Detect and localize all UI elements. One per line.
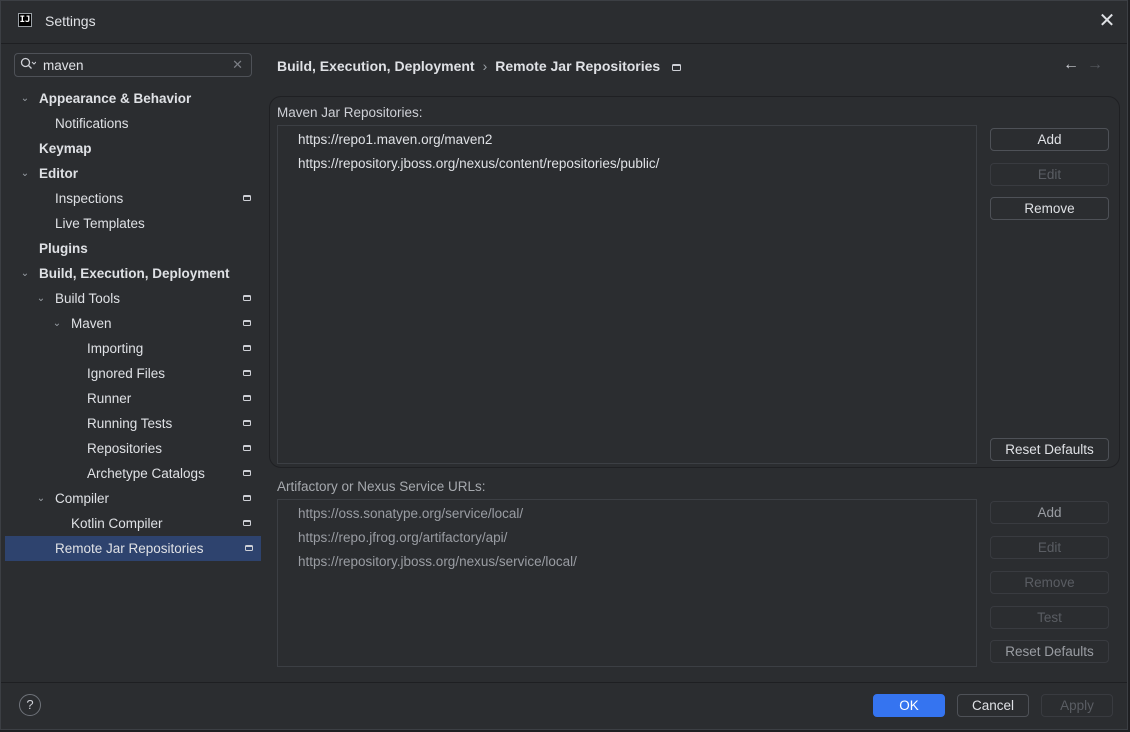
apply-button[interactable]: Apply — [1041, 694, 1113, 717]
sidebar-item-build-execution-deployment[interactable]: ⌄ Build, Execution, Deployment — [1, 261, 263, 286]
project-scope-icon — [245, 545, 253, 551]
artifactory-test-button[interactable]: Test — [990, 606, 1109, 629]
sidebar-item-ignored-files[interactable]: Ignored Files — [1, 361, 263, 386]
maven-reset-defaults-button[interactable]: Reset Defaults — [990, 438, 1109, 461]
sidebar-item-running-tests[interactable]: Running Tests — [1, 411, 263, 436]
list-item[interactable]: https://repo.jfrog.org/artifactory/api/ — [298, 530, 507, 545]
project-scope-icon — [243, 470, 251, 476]
sidebar-item-label: Inspections — [55, 191, 124, 206]
settings-content: Build, Execution, Deployment › Remote Jar … — [263, 44, 1127, 683]
list-item[interactable]: https://repository.jboss.org/nexus/conte… — [298, 156, 659, 171]
artifactory-reset-defaults-button[interactable]: Reset Defaults — [990, 640, 1109, 663]
sidebar-item-label: Remote Jar Repositories — [55, 541, 204, 556]
project-scope-icon — [243, 295, 251, 301]
sidebar-item-label: Archetype Catalogs — [87, 466, 205, 481]
sidebar-item-importing[interactable]: Importing — [1, 336, 263, 361]
sidebar-item-label: Notifications — [55, 116, 129, 131]
back-arrow-icon[interactable]: ← — [1063, 56, 1079, 74]
chevron-down-icon[interactable]: ⌄ — [35, 286, 47, 311]
sidebar-item-label: Maven — [71, 316, 112, 331]
sidebar-item-editor[interactable]: ⌄ Editor — [1, 161, 263, 186]
project-scope-icon — [243, 395, 251, 401]
sidebar-item-label: Plugins — [39, 241, 88, 256]
sidebar-item-label: Kotlin Compiler — [71, 516, 163, 531]
sidebar-item-inspections[interactable]: Inspections — [1, 186, 263, 211]
project-scope-icon — [243, 445, 251, 451]
settings-window: IJ Settings ✕ ✕ ⌄ Appearance & Behavior No… — [0, 0, 1128, 730]
forward-arrow-icon: → — [1087, 56, 1103, 73]
project-scope-icon — [243, 420, 251, 426]
sidebar-item-label: Editor — [39, 166, 78, 181]
help-icon[interactable]: ? — [19, 694, 41, 716]
breadcrumb-current: Remote Jar Repositories — [495, 58, 661, 74]
ok-button[interactable]: OK — [873, 694, 945, 717]
sidebar-item-archetype-catalogs[interactable]: Archetype Catalogs — [1, 461, 263, 486]
sidebar-item-notifications[interactable]: Notifications — [1, 111, 263, 136]
project-scope-icon — [243, 495, 251, 501]
sidebar-item-maven[interactable]: ⌄ Maven — [1, 311, 263, 336]
sidebar-item-build-tools[interactable]: ⌄ Build Tools — [1, 286, 263, 311]
title-bar: IJ Settings ✕ — [1, 1, 1127, 44]
sidebar-item-label: Build Tools — [55, 291, 121, 306]
sidebar-item-label: Ignored Files — [87, 366, 166, 381]
sidebar-item-remote-jar-repositories[interactable]: Remote Jar Repositories — [5, 536, 261, 561]
sidebar-item-label: Running Tests — [87, 416, 173, 431]
maven-remove-button[interactable]: Remove — [990, 197, 1109, 220]
close-icon[interactable]: ✕ — [1097, 9, 1117, 33]
list-item[interactable]: https://repository.jboss.org/nexus/servi… — [298, 554, 577, 569]
chevron-down-icon[interactable]: ⌄ — [19, 161, 31, 186]
maven-repository-list[interactable]: https://repo1.maven.org/maven2 https://re… — [277, 125, 977, 464]
sidebar-item-label: Keymap — [39, 141, 92, 156]
chevron-down-icon[interactable]: ⌄ — [51, 311, 63, 336]
dialog-footer: ? OK Cancel Apply — [1, 682, 1127, 729]
search-input[interactable] — [43, 55, 223, 75]
clear-icon[interactable]: ✕ — [232, 56, 243, 74]
chevron-down-icon[interactable]: ⌄ — [19, 261, 31, 286]
sidebar-item-label: Runner — [87, 391, 132, 406]
artifactory-section-label: Artifactory or Nexus Service URLs: — [277, 479, 486, 494]
cancel-button[interactable]: Cancel — [957, 694, 1029, 717]
breadcrumb-separator: › — [482, 58, 488, 74]
sidebar-item-label: Build, Execution, Deployment — [39, 266, 230, 281]
maven-add-button[interactable]: Add — [990, 128, 1109, 151]
sidebar-item-label: Importing — [87, 341, 144, 356]
sidebar-item-label: Repositories — [87, 441, 163, 456]
artifactory-remove-button[interactable]: Remove — [990, 571, 1109, 594]
project-scope-icon — [243, 520, 251, 526]
chevron-down-icon[interactable]: ⌄ — [35, 486, 47, 511]
settings-sidebar: ✕ ⌄ Appearance & Behavior Notifications Key… — [1, 44, 263, 683]
artifactory-edit-button[interactable]: Edit — [990, 536, 1109, 559]
sidebar-item-kotlin-compiler[interactable]: Kotlin Compiler — [1, 511, 263, 536]
sidebar-item-label: Live Templates — [55, 216, 145, 231]
breadcrumb: Build, Execution, Deployment › Remote Jar … — [277, 58, 682, 74]
project-scope-icon — [243, 370, 251, 376]
search-icon[interactable] — [20, 57, 44, 73]
sidebar-item-label: Appearance & Behavior — [39, 91, 192, 106]
sidebar-item-compiler[interactable]: ⌄ Compiler — [1, 486, 263, 511]
window-title: Settings — [45, 13, 96, 29]
project-scope-icon — [243, 345, 251, 351]
intellij-app-icon: IJ — [18, 13, 32, 27]
list-item[interactable]: https://oss.sonatype.org/service/local/ — [298, 506, 523, 521]
sidebar-item-runner[interactable]: Runner — [1, 386, 263, 411]
project-scope-icon — [243, 320, 251, 326]
sidebar-item-live-templates[interactable]: Live Templates — [1, 211, 263, 236]
list-item[interactable]: https://repo1.maven.org/maven2 — [298, 132, 492, 147]
sidebar-item-label: Compiler — [55, 491, 110, 506]
sidebar-item-plugins[interactable]: Plugins — [1, 236, 263, 261]
maven-edit-button[interactable]: Edit — [990, 163, 1109, 186]
sidebar-item-keymap[interactable]: Keymap — [1, 136, 263, 161]
sidebar-item-repositories[interactable]: Repositories — [1, 436, 263, 461]
chevron-down-icon[interactable]: ⌄ — [19, 86, 31, 111]
project-scope-icon — [672, 63, 682, 71]
breadcrumb-parent[interactable]: Build, Execution, Deployment — [277, 58, 475, 74]
maven-section-label: Maven Jar Repositories: — [277, 105, 423, 120]
sidebar-item-appearance-behavior[interactable]: ⌄ Appearance & Behavior — [1, 86, 263, 111]
artifactory-add-button[interactable]: Add — [990, 501, 1109, 524]
settings-search[interactable]: ✕ — [14, 53, 252, 77]
project-scope-icon — [243, 195, 251, 201]
artifactory-url-list[interactable]: https://oss.sonatype.org/service/local/h… — [277, 499, 977, 667]
